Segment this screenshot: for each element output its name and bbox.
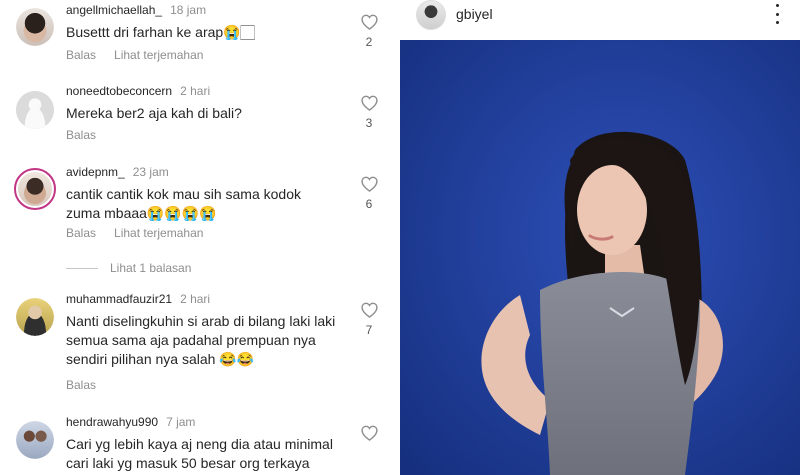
like-control[interactable] bbox=[360, 425, 378, 441]
comment-header: angellmichaellah_ 18 jam bbox=[66, 3, 206, 17]
view-replies-button[interactable]: Lihat 1 balasan bbox=[66, 261, 191, 275]
heart-icon[interactable] bbox=[360, 95, 378, 111]
comment-header: noneedtobeconcern 2 hari bbox=[66, 84, 210, 98]
comment-text: Mereka ber2 aja kah di bali? bbox=[66, 105, 242, 121]
comment-actions: Balas Lihat terjemahan bbox=[66, 48, 221, 62]
heart-icon[interactable] bbox=[360, 302, 378, 318]
like-count: 3 bbox=[365, 116, 373, 130]
more-options-icon[interactable] bbox=[772, 4, 782, 24]
comment-username[interactable]: avidepnm_ bbox=[66, 165, 125, 179]
comment-text: Nanti diselingkuhin si arab di bilang la… bbox=[66, 313, 336, 367]
like-count: 7 bbox=[365, 323, 373, 337]
reply-button[interactable]: Balas bbox=[66, 226, 96, 240]
post-header: gbiyel bbox=[400, 0, 800, 40]
like-control[interactable]: 6 bbox=[360, 176, 378, 211]
post-username[interactable]: gbiyel bbox=[456, 6, 493, 22]
heart-icon[interactable] bbox=[360, 425, 378, 441]
like-count: 6 bbox=[365, 197, 373, 211]
comment-header: muhammadfauzir21 2 hari bbox=[66, 292, 210, 306]
comment-time: 7 jam bbox=[166, 415, 196, 429]
reply-button[interactable]: Balas bbox=[66, 48, 96, 62]
heart-icon[interactable] bbox=[360, 176, 378, 192]
comment-time: 2 hari bbox=[180, 84, 211, 98]
avatar[interactable] bbox=[14, 168, 56, 210]
post-photo[interactable] bbox=[400, 40, 800, 475]
see-translation-button[interactable]: Lihat terjemahan bbox=[114, 226, 203, 240]
post-photo-image bbox=[400, 40, 800, 475]
comment-username[interactable]: hendrawahyu990 bbox=[66, 415, 158, 429]
avatar[interactable] bbox=[16, 421, 54, 459]
comments-panel: angellmichaellah_ 18 jam Busettt dri farh… bbox=[0, 0, 400, 475]
comment-text: cantik cantik kok mau sih sama kodok zum… bbox=[66, 186, 301, 221]
comment-actions: Balas bbox=[66, 128, 114, 142]
comment-header: avidepnm_ 23 jam bbox=[66, 165, 169, 179]
comment-username[interactable]: muhammadfauzir21 bbox=[66, 292, 172, 306]
post-avatar[interactable] bbox=[416, 0, 446, 30]
avatar[interactable] bbox=[16, 91, 54, 129]
view-replies-label: Lihat 1 balasan bbox=[110, 261, 192, 275]
like-control[interactable]: 3 bbox=[360, 95, 378, 130]
like-count: 2 bbox=[365, 35, 373, 49]
reply-button[interactable]: Balas bbox=[66, 378, 96, 392]
avatar[interactable] bbox=[16, 298, 54, 336]
comment-time: 2 hari bbox=[180, 292, 211, 306]
comment-time: 18 jam bbox=[170, 3, 207, 17]
comment-username[interactable]: angellmichaellah_ bbox=[66, 3, 162, 17]
reply-button[interactable]: Balas bbox=[66, 128, 96, 142]
comment-text: Busettt dri farhan ke arap😭🏻 bbox=[66, 24, 255, 40]
comment-time: 23 jam bbox=[132, 165, 169, 179]
post-panel: gbiyel bbox=[400, 0, 800, 475]
comment-text: Cari yg lebih kaya aj neng dia atau mini… bbox=[66, 436, 333, 471]
comment-username[interactable]: noneedtobeconcern bbox=[66, 84, 172, 98]
comment-actions: Balas bbox=[66, 378, 114, 392]
reply-divider bbox=[66, 268, 98, 270]
like-control[interactable]: 7 bbox=[360, 302, 378, 337]
heart-icon[interactable] bbox=[360, 14, 378, 30]
avatar[interactable] bbox=[16, 8, 54, 46]
comment-header: hendrawahyu990 7 jam bbox=[66, 415, 195, 429]
comment-actions: Balas Lihat terjemahan bbox=[66, 226, 221, 240]
like-control[interactable]: 2 bbox=[360, 14, 378, 49]
see-translation-button[interactable]: Lihat terjemahan bbox=[114, 48, 203, 62]
